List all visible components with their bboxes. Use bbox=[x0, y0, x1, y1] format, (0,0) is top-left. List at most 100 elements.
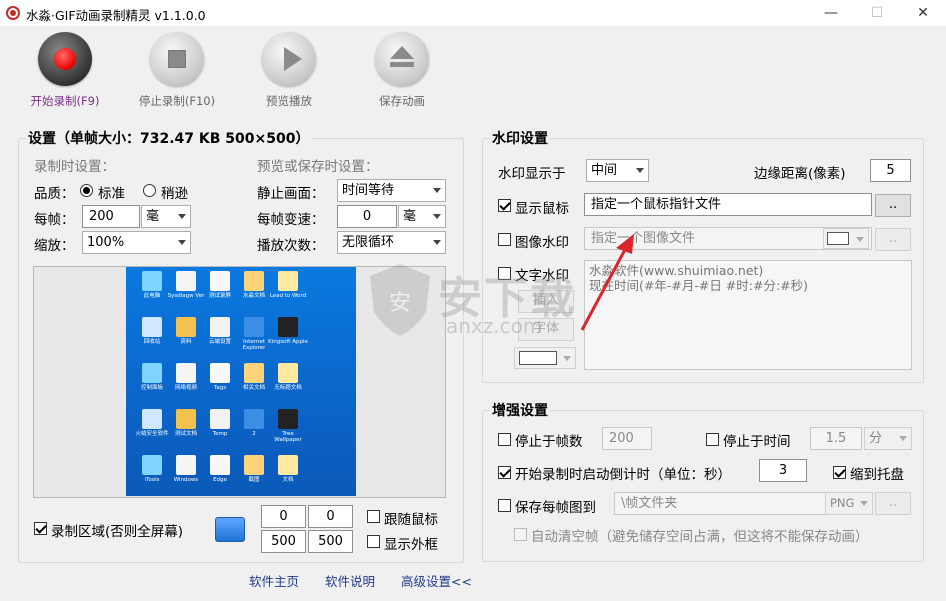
still-frame-select[interactable]: 时间等待 bbox=[337, 179, 446, 202]
quality-label: 品质： bbox=[34, 186, 75, 202]
record-region-label: 录制区域(否则全屏幕) bbox=[51, 524, 184, 540]
image-watermark-label: 图像水印 bbox=[515, 235, 569, 251]
frame-folder-input[interactable]: \帧文件夹 bbox=[614, 492, 826, 515]
auto-clear-checkbox[interactable] bbox=[514, 528, 527, 541]
countdown-input[interactable]: 3 bbox=[759, 459, 807, 482]
record-region-checkbox[interactable] bbox=[34, 522, 47, 535]
close-button[interactable]: ✕ bbox=[900, 0, 946, 26]
desktop-icon-label: 无标题文档 bbox=[274, 385, 302, 391]
desktop-icon bbox=[210, 271, 230, 291]
maximize-button[interactable]: ☐ bbox=[854, 0, 900, 26]
region-y-input[interactable]: 0 bbox=[308, 505, 353, 528]
per-frame-label: 每帧： bbox=[34, 212, 75, 228]
preview-settings-heading: 预览或保存时设置： bbox=[257, 159, 379, 175]
text-color-select[interactable] bbox=[514, 347, 576, 369]
annotation-arrow bbox=[580, 234, 634, 331]
save-each-frame-label: 保存每帧图到 bbox=[515, 500, 596, 516]
region-x-input[interactable]: 0 bbox=[261, 505, 306, 528]
per-frame-input[interactable]: 200 bbox=[82, 205, 140, 228]
start-record-button[interactable]: 开始录制(F9) bbox=[10, 30, 120, 112]
show-mouse-checkbox[interactable] bbox=[498, 199, 511, 212]
loop-label: 播放次数： bbox=[257, 238, 325, 254]
stop-time-checkbox[interactable] bbox=[706, 433, 719, 446]
image-file-browse-button[interactable]: .. bbox=[875, 228, 911, 251]
stop-time-input[interactable]: 1.5 bbox=[810, 427, 862, 450]
advanced-settings-link[interactable]: 高级设置<< bbox=[401, 571, 472, 590]
start-record-label: 开始录制(F9) bbox=[30, 94, 100, 108]
minimize-button[interactable]: — bbox=[808, 0, 854, 26]
desktop-icon bbox=[278, 455, 298, 475]
minimize-tray-checkbox[interactable] bbox=[833, 466, 846, 479]
desktop-icon bbox=[142, 363, 162, 383]
mouse-file-input[interactable]: 指定一个鼠标指针文件 bbox=[584, 193, 872, 216]
desktop-icon bbox=[142, 317, 162, 337]
stop-record-button[interactable]: 停止录制(F10) bbox=[122, 30, 232, 112]
desktop-icon bbox=[176, 363, 196, 383]
desktop-icon bbox=[278, 363, 298, 383]
scale-value: 100% bbox=[87, 235, 125, 250]
quality-lower-radio[interactable] bbox=[143, 184, 156, 197]
quality-standard-label: 标准 bbox=[98, 186, 125, 202]
follow-mouse-checkbox[interactable] bbox=[367, 510, 380, 523]
desktop-icon-label: Tree Wallpaper bbox=[274, 431, 302, 443]
desktop-icon bbox=[142, 455, 162, 475]
follow-mouse-label: 跟随鼠标 bbox=[384, 512, 438, 528]
watermark-title: 水印设置 bbox=[490, 128, 550, 148]
image-color-select[interactable] bbox=[823, 228, 869, 249]
speed-input[interactable]: 0 bbox=[337, 205, 397, 228]
per-frame-unit-value: 毫 bbox=[146, 209, 160, 224]
show-border-checkbox[interactable] bbox=[367, 535, 380, 548]
stop-icon bbox=[150, 32, 204, 86]
record-icon bbox=[38, 32, 92, 86]
save-animation-button[interactable]: 保存动画 bbox=[347, 30, 457, 112]
stop-frames-label: 停止于帧数 bbox=[515, 434, 583, 450]
play-icon bbox=[262, 32, 316, 86]
desktop-icon-label: 文档 bbox=[282, 477, 294, 483]
countdown-checkbox[interactable] bbox=[498, 466, 511, 479]
record-settings-heading: 录制时设置： bbox=[34, 159, 115, 175]
region-width-input[interactable]: 500 bbox=[261, 530, 306, 553]
settings-title: 设置（单帧大小：732.47 KB 500×500） bbox=[26, 128, 312, 148]
title-bar: 水淼·GIF动画录制精灵 v1.1.0.0 — ☐ ✕ bbox=[0, 0, 946, 26]
desktop-icon bbox=[176, 271, 196, 291]
select-region-button[interactable] bbox=[215, 517, 245, 542]
desktop-icon bbox=[210, 363, 230, 383]
speed-unit-value: 毫 bbox=[403, 209, 417, 224]
mouse-file-browse-button[interactable]: .. bbox=[875, 194, 911, 217]
image-watermark-checkbox[interactable] bbox=[498, 233, 511, 246]
scale-label: 缩放： bbox=[34, 238, 75, 254]
desktop-icon bbox=[244, 363, 264, 383]
scale-select[interactable]: 100% bbox=[82, 231, 191, 254]
stop-record-label: 停止录制(F10) bbox=[138, 94, 216, 108]
region-height-input[interactable]: 500 bbox=[308, 530, 353, 553]
stop-time-label: 停止于时间 bbox=[723, 434, 791, 450]
stop-frames-input[interactable]: 200 bbox=[602, 427, 652, 450]
save-each-frame-checkbox[interactable] bbox=[498, 499, 511, 512]
frame-format-select[interactable]: PNG bbox=[825, 492, 873, 515]
loop-select[interactable]: 无限循环 bbox=[337, 231, 446, 254]
quality-standard-radio[interactable] bbox=[80, 184, 93, 197]
app-icon bbox=[6, 6, 20, 20]
still-frame-label: 静止画面： bbox=[257, 186, 325, 202]
preview-play-button[interactable]: 预览播放 bbox=[234, 30, 344, 112]
margin-input[interactable]: 5 bbox=[870, 159, 911, 182]
home-link[interactable]: 软件主页 bbox=[249, 571, 299, 590]
desktop-preview: 此电脑 Sysdiagw Ver 测试录屏 水淼文档 Lead to Word 回收站 资料… bbox=[126, 267, 356, 496]
auto-clear-label: 自动清空帧（避免储存空间占满，但这将不能保存动画） bbox=[531, 529, 869, 545]
quality-lower-label: 稍逊 bbox=[161, 186, 188, 202]
per-frame-unit-select[interactable]: 毫 bbox=[141, 205, 191, 228]
speed-unit-select[interactable]: 毫 bbox=[398, 205, 446, 228]
stop-frames-checkbox[interactable] bbox=[498, 433, 511, 446]
still-frame-value: 时间等待 bbox=[342, 183, 395, 198]
speed-label: 每帧变速： bbox=[257, 212, 325, 228]
enhance-title: 增强设置 bbox=[490, 400, 550, 420]
stop-time-unit-select[interactable]: 分 bbox=[864, 427, 912, 450]
desktop-icon bbox=[244, 271, 264, 291]
watermark-position-select[interactable]: 中间 bbox=[586, 159, 649, 182]
anxz-logo: 安 bbox=[366, 262, 434, 338]
desktop-icon bbox=[176, 409, 196, 429]
frame-folder-browse-button[interactable]: .. bbox=[875, 492, 911, 515]
countdown-label: 开始录制时启动倒计时（单位：秒） bbox=[515, 467, 731, 483]
desktop-icon bbox=[142, 271, 162, 291]
help-link[interactable]: 软件说明 bbox=[325, 571, 375, 590]
